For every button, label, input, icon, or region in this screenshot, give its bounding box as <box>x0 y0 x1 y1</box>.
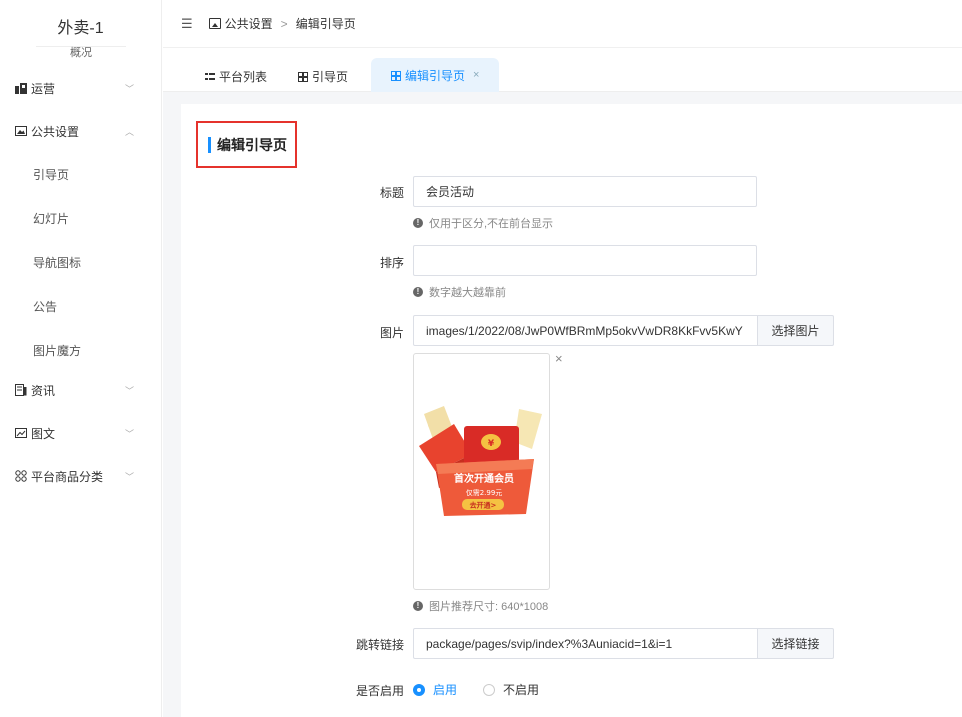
chevron-up-icon: ︿ <box>124 127 134 137</box>
image-label: 图片 <box>379 326 404 340</box>
image-icon <box>208 18 221 29</box>
title-help: ! 仅用于区分,不在前台显示 <box>413 215 553 231</box>
sidebar-item-label: 运营 <box>31 81 56 96</box>
sidebar-item-product-categories[interactable]: 平台商品分类 ﹀ <box>0 456 162 496</box>
tab-close-icon[interactable]: × <box>473 69 479 81</box>
link-input[interactable]: package/pages/svip/index?%3Auniacid=1&i=… <box>413 628 758 659</box>
sidebar-subitem-slideshow[interactable]: 幻灯片 <box>0 196 162 240</box>
dashboard-icon <box>15 82 27 94</box>
chevron-down-icon: ﹀ <box>124 429 134 439</box>
image-path-input[interactable]: images/1/2022/08/JwP0WfBRmMp5okvVwDR8KkF… <box>413 315 758 346</box>
top-header: ☰ 公共设置 > 编辑引导页 <box>163 0 962 48</box>
radio-label: 不启用 <box>503 683 540 697</box>
sort-label: 排序 <box>379 256 404 270</box>
title-label: 标题 <box>379 186 404 200</box>
sidebar: 外卖-1 概况 运营 ﹀ 公共设置 ︿ 引导页 幻灯片 导航图标 公告 图片魔方 <box>0 0 162 717</box>
brand-subtitle[interactable]: 概况 <box>0 44 162 60</box>
promo-headline: 首次开通会员 <box>454 472 514 485</box>
image-icon <box>15 125 27 137</box>
vip-promo-image: ¥ 首次开通会员 仅需2.99元 去开通> <box>419 406 542 516</box>
sidebar-item-operations[interactable]: 运营 ﹀ <box>0 68 162 108</box>
select-link-button[interactable]: 选择链接 <box>757 628 834 659</box>
radio-label: 启用 <box>433 683 458 697</box>
svg-text:¥: ¥ <box>488 439 495 449</box>
picture-text-icon <box>15 427 27 439</box>
sidebar-subitem-guide-page[interactable]: 引导页 <box>0 152 162 196</box>
tab-label: 引导页 <box>312 69 349 84</box>
news-icon <box>15 384 27 396</box>
list-icon <box>205 71 215 81</box>
sidebar-item-common-settings[interactable]: 公共设置 ︿ <box>0 111 162 151</box>
tab-guide-page[interactable]: 引导页 <box>298 60 348 92</box>
tab-edit-guide-page[interactable]: 编辑引导页 × <box>371 58 500 92</box>
sidebar-subitem-announcement[interactable]: 公告 <box>0 284 162 328</box>
remove-image-icon[interactable]: × <box>555 351 563 366</box>
sidebar-item-label: 资讯 <box>31 383 56 398</box>
section-title-text: 编辑引导页 <box>217 136 287 153</box>
grid-icon <box>15 470 27 482</box>
grid-icon <box>298 71 308 82</box>
image-help-text: 图片推荐尺寸: 640*1008 <box>429 601 549 613</box>
breadcrumb-separator: > <box>280 16 288 31</box>
brand-name[interactable]: 外卖-1 <box>0 14 161 38</box>
info-icon: ! <box>413 601 423 611</box>
sidebar-subitem-nav-icons[interactable]: 导航图标 <box>0 240 162 284</box>
tab-bar: 平台列表 引导页 编辑引导页 × <box>163 48 962 92</box>
sidebar-item-label: 图文 <box>31 426 56 441</box>
sidebar-subitem-picture-cube[interactable]: 图片魔方 <box>0 328 162 372</box>
image-preview: ¥ 首次开通会员 仅需2.99元 去开通> <box>413 353 550 590</box>
chevron-down-icon: ﹀ <box>124 386 134 396</box>
sidebar-item-label: 公共设置 <box>31 124 80 139</box>
breadcrumb-item[interactable]: 公共设置 <box>225 15 273 32</box>
title-input[interactable]: 会员活动 <box>413 176 757 207</box>
chevron-down-icon: ﹀ <box>124 472 134 482</box>
section-title: 编辑引导页 <box>196 121 297 168</box>
image-help: ! 图片推荐尺寸: 640*1008 <box>413 598 548 614</box>
sidebar-item-label: 平台商品分类 <box>31 469 104 484</box>
tab-platform-list[interactable]: 平台列表 <box>205 60 267 92</box>
chevron-down-icon: ﹀ <box>124 84 134 94</box>
breadcrumb-current: 编辑引导页 <box>295 17 356 31</box>
sort-help: ! 数字越大越靠前 <box>413 284 506 300</box>
promo-cta: 去开通> <box>470 501 497 510</box>
info-icon: ! <box>413 287 423 297</box>
title-accent-bar <box>208 136 211 153</box>
tab-label: 编辑引导页 <box>405 68 466 83</box>
tab-label: 平台列表 <box>219 69 268 84</box>
sort-input[interactable] <box>413 245 757 276</box>
radio-unchecked-icon <box>483 683 495 696</box>
title-help-text: 仅用于区分,不在前台显示 <box>429 218 554 230</box>
info-icon: ! <box>413 218 423 228</box>
link-label: 跳转链接 <box>355 638 404 652</box>
enabled-label: 是否启用 <box>355 684 404 698</box>
radio-enabled[interactable]: 启用 <box>413 681 457 698</box>
promo-price: 仅需2.99元 <box>466 488 503 497</box>
collapse-menu-icon[interactable]: ☰ <box>181 16 193 32</box>
select-image-button[interactable]: 选择图片 <box>757 315 834 346</box>
radio-checked-icon <box>413 683 425 696</box>
sidebar-item-news[interactable]: 资讯 ﹀ <box>0 370 162 410</box>
sort-help-text: 数字越大越靠前 <box>429 287 506 299</box>
grid-icon <box>391 70 401 81</box>
radio-disabled[interactable]: 不启用 <box>483 681 539 698</box>
sidebar-item-picture-text[interactable]: 图文 ﹀ <box>0 413 162 453</box>
